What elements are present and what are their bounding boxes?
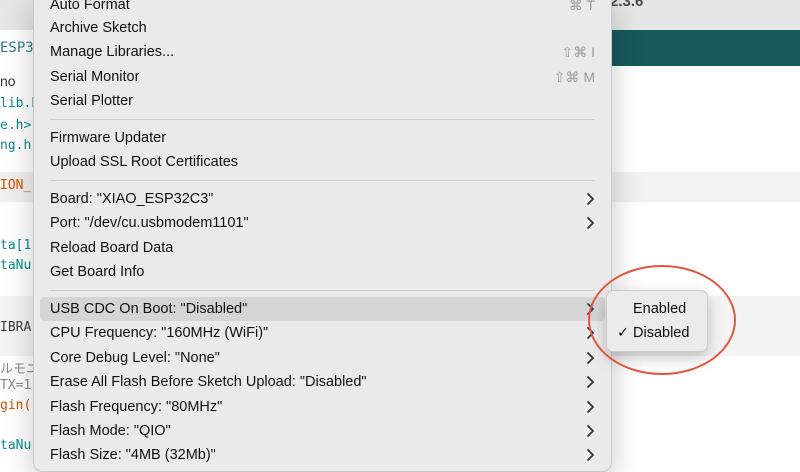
menu-item-cpu-frequency[interactable]: CPU Frequency: "160MHz (WiFi)" [40,321,605,345]
menu-item-shortcut: ⇧⌘ M [553,69,595,85]
menu-item-label: Flash Mode: "QIO" [50,423,171,439]
menu-item-get-board-info[interactable]: Get Board Info [40,260,605,284]
menu-separator [50,180,595,181]
chevron-right-icon [587,352,594,364]
menu-item-erase-all-flash[interactable]: Erase All Flash Before Sketch Upload: "D… [40,370,605,394]
file-tab-label: no [0,73,16,89]
menu-item-label: Serial Plotter [50,93,134,109]
menu-item-label: Core Debug Level: "None" [50,350,220,366]
chevron-right-icon [587,376,594,388]
menu-item-label: Get Board Info [50,264,145,280]
menu-item-label: Manage Libraries... [50,44,175,60]
menu-item-port[interactable]: Port: "/dev/cu.usbmodem1101" [40,211,605,235]
menu-item-shortcut: ⌘ T [568,0,595,13]
menu-item-label: Serial Monitor [50,69,140,85]
chevron-right-icon [587,401,594,413]
menu-item-core-debug-level[interactable]: Core Debug Level: "None" [40,346,605,370]
menu-item-upload-ssl-root-certificates[interactable]: Upload SSL Root Certificates [40,150,605,174]
tools-menu: Auto Format ⌘ T Archive Sketch Manage Li… [33,0,612,472]
menu-item-usb-cdc-on-boot[interactable]: USB CDC On Boot: "Disabled" [40,297,605,321]
menu-item-flash-mode[interactable]: Flash Mode: "QIO" [40,419,605,443]
menu-item-label: Reload Board Data [50,240,174,256]
chevron-right-icon [587,217,594,229]
menu-separator [50,119,595,120]
menu-item-label: CPU Frequency: "160MHz (WiFi)" [50,325,269,341]
ide-version: 2.3.6 [610,0,644,10]
menu-item-flash-frequency[interactable]: Flash Frequency: "80MHz" [40,395,605,419]
menu-item-auto-format[interactable]: Auto Format ⌘ T [40,0,605,17]
menu-item-label: Auto Format [50,0,130,13]
menu-item-reload-board-data[interactable]: Reload Board Data [40,236,605,260]
menu-item-label: Flash Size: "4MB (32Mb)" [50,447,216,463]
menu-item-serial-plotter[interactable]: Serial Plotter [40,89,605,113]
menu-item-label: Board: "XIAO_ESP32C3" [50,191,214,207]
chevron-right-icon [587,425,594,437]
menu-item-label: USB CDC On Boot: "Disabled" [50,301,248,317]
chevron-right-icon [587,193,594,205]
menu-item-label: Flash Frequency: "80MHz" [50,399,223,415]
menu-item-label: Firmware Updater [50,130,167,146]
menu-item-label: Port: "/dev/cu.usbmodem1101" [50,215,249,231]
menu-item-flash-size[interactable]: Flash Size: "4MB (32Mb)" [40,443,605,467]
menu-item-archive-sketch[interactable]: Archive Sketch [40,16,605,40]
chevron-right-icon [587,449,594,461]
menu-item-label: Erase All Flash Before Sketch Upload: "D… [50,374,367,390]
menu-item-firmware-updater[interactable]: Firmware Updater [40,126,605,150]
menu-item-serial-monitor[interactable]: Serial Monitor ⇧⌘ M [40,65,605,89]
menu-item-label: Archive Sketch [50,20,147,36]
menu-item-board[interactable]: Board: "XIAO_ESP32C3" [40,187,605,211]
menu-item-manage-libraries[interactable]: Manage Libraries... ⇧⌘ I [40,40,605,64]
menu-item-shortcut: ⇧⌘ I [561,44,595,60]
menu-separator [50,290,595,291]
menu-item-label: Upload SSL Root Certificates [50,154,239,170]
highlight-circle-annotation [588,265,736,375]
